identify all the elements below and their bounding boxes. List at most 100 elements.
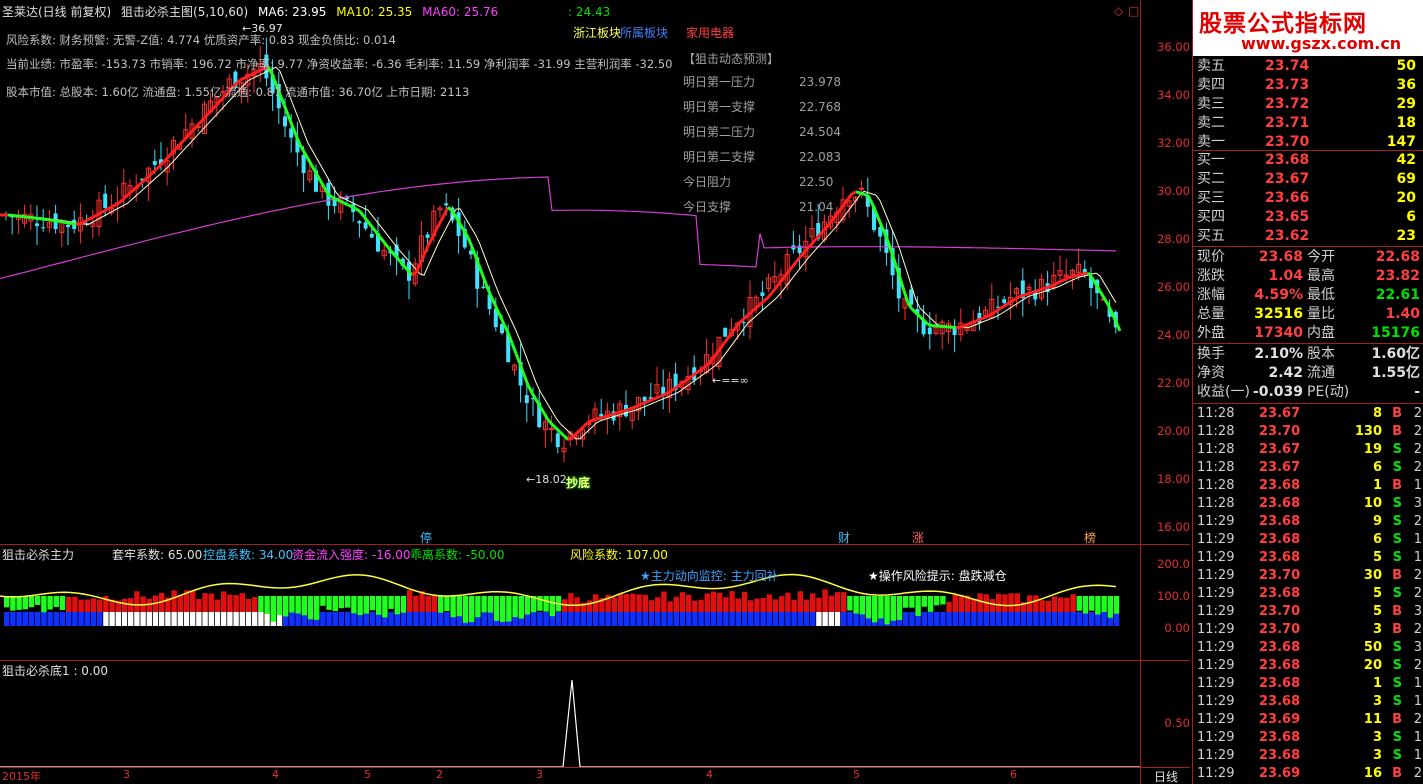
sub1-base-bar (741, 612, 748, 626)
ma6-segment (178, 138, 186, 146)
sub1-base-bar (754, 612, 760, 626)
sub1-flow-bar (450, 596, 456, 618)
bid-name: 买五 (1197, 228, 1225, 244)
sub1-flow-bar (1058, 597, 1064, 612)
tick-row: 11:28 23.70 130 B 2 (1193, 423, 1423, 441)
ask-row[interactable]: 卖五 23.74 50 (1193, 57, 1423, 76)
price-axis-line (1140, 0, 1141, 784)
sub1-base-bar (190, 612, 196, 626)
sub1-flow-bar (1014, 593, 1020, 612)
sector-industry[interactable]: 家用电器 (686, 24, 734, 41)
sub2-axis-050: 0.50 (1164, 716, 1190, 730)
bid-row[interactable]: 买二 23.67 69 (1193, 170, 1423, 189)
date-label: 4 (706, 768, 713, 781)
bid-row[interactable]: 买一 23.68 42 (1193, 151, 1423, 170)
bid-row[interactable]: 买三 23.66 20 (1193, 189, 1423, 208)
sub1-base-bar (605, 612, 611, 626)
main-chart-area[interactable] (0, 0, 1190, 784)
sub1-flow-bar (667, 601, 673, 612)
ma6-segment (763, 296, 769, 303)
ma6-segment (298, 144, 306, 153)
sub1-base-bar (816, 612, 822, 626)
sub1-flow-bar (506, 596, 512, 622)
sector-region[interactable]: 浙江板块 (573, 24, 621, 41)
tick-side: S (1392, 586, 1402, 601)
sub1-flow-bar (909, 596, 915, 608)
tick-side: B (1392, 478, 1402, 493)
stat-value: 1.40 (1385, 306, 1420, 322)
sub1-flow-bar (301, 596, 307, 616)
sub1-base-bar (258, 612, 264, 626)
ma6-segment (378, 236, 386, 244)
bid-row[interactable]: 买四 23.65 6 (1193, 208, 1423, 227)
sub1-base-bar (1070, 612, 1076, 626)
ma6-segment (166, 151, 174, 159)
sub1-flow-bar (884, 596, 890, 625)
sub1-flow-bar (1082, 596, 1089, 614)
sub1-flow-bar (1045, 600, 1051, 612)
ma6-segment (751, 306, 757, 313)
ma6-segment (339, 199, 345, 205)
kline-chart[interactable] (0, 0, 1140, 784)
logo-title: 股票公式指标网 (1199, 11, 1367, 37)
prediction-value: 22.083 (799, 150, 841, 164)
price-axis-label: 24.00 (1157, 328, 1190, 342)
sub1-flow-bar (475, 596, 481, 618)
tick-qty: 10 (1363, 496, 1382, 511)
sub1-base-bar (332, 612, 338, 626)
chart-header: 圣莱达(日线 前复权) 狙击必杀主图(5,10,60) MA6: 23.95 M… (2, 4, 616, 20)
diamond-icon[interactable]: ◇ (1114, 4, 1123, 18)
performance-info-line: 当前业绩: 市盈率: -153.73 市销率: 196.72 市净率: 9.77… (6, 57, 673, 71)
price-axis-label: 30.00 (1157, 184, 1190, 198)
ma6-segment (55, 219, 61, 224)
sub1-flow-bar (326, 596, 332, 610)
bid-row[interactable]: 买五 23.62 23 (1193, 227, 1423, 246)
stat-label: 最高 (1307, 268, 1335, 284)
sub1-base-bar (648, 612, 655, 626)
ma6-segment (587, 419, 593, 424)
sub1-flow-bar (239, 593, 245, 612)
sub1-base-bar (171, 612, 177, 626)
ma6-segment (355, 207, 361, 213)
sub1-flow-bar (332, 596, 338, 612)
ma6-segment (971, 319, 977, 324)
sub1-flow-bar (686, 594, 692, 612)
sub1-base-bar (16, 612, 22, 626)
ma6-segment (747, 310, 753, 317)
sub1-base-bar (84, 612, 90, 626)
candle-body (283, 116, 287, 127)
sub1-base-bar (543, 612, 549, 626)
sub2-signal-line (0, 679, 1140, 768)
period-label[interactable]: 日线 (1154, 768, 1178, 784)
stat-label: 流通 (1307, 365, 1335, 381)
sub1-flow-bar (617, 593, 624, 612)
sub1-flow-bar (698, 599, 704, 612)
sub1-flow-bar (927, 596, 934, 612)
bid-name: 买四 (1197, 209, 1225, 225)
ma6-segment (243, 74, 249, 80)
ask-row[interactable]: 卖二 23.71 18 (1193, 114, 1423, 133)
sub1-flow-bar (1089, 596, 1095, 611)
stat-row: 涨幅 4.59% 最低 22.61 (1193, 286, 1423, 305)
sub1-base-bar (134, 612, 140, 626)
sub1-base-bar (413, 612, 419, 626)
ask-row[interactable]: 卖四 23.73 36 (1193, 76, 1423, 95)
sector-belong[interactable]: 所属板块 (620, 24, 668, 41)
ask-qty: 18 (1396, 115, 1416, 131)
ma6-segment (647, 398, 653, 403)
stat-value: 22.61 (1375, 287, 1420, 303)
sub1-flow-bar (859, 596, 865, 615)
ma6-segment (347, 203, 353, 209)
ask-row[interactable]: 卖三 23.72 29 (1193, 95, 1423, 114)
sub1-base-bar (797, 612, 803, 626)
sub1-flow-bar (946, 601, 952, 612)
ma6-segment (526, 384, 534, 394)
sub1-flow-bar (307, 596, 314, 620)
sub1-note-risk: ★操作风险提示: 盘跌减仓 (868, 569, 1007, 583)
buy-signal-label: 抄底 (566, 476, 591, 490)
sub1-flow-bar (779, 596, 785, 612)
sub1-flow-bar (202, 593, 208, 612)
square-icon[interactable]: □ (1128, 4, 1139, 18)
equal-label: ←==∞ (712, 374, 749, 387)
sub1-base-bar (673, 612, 679, 626)
